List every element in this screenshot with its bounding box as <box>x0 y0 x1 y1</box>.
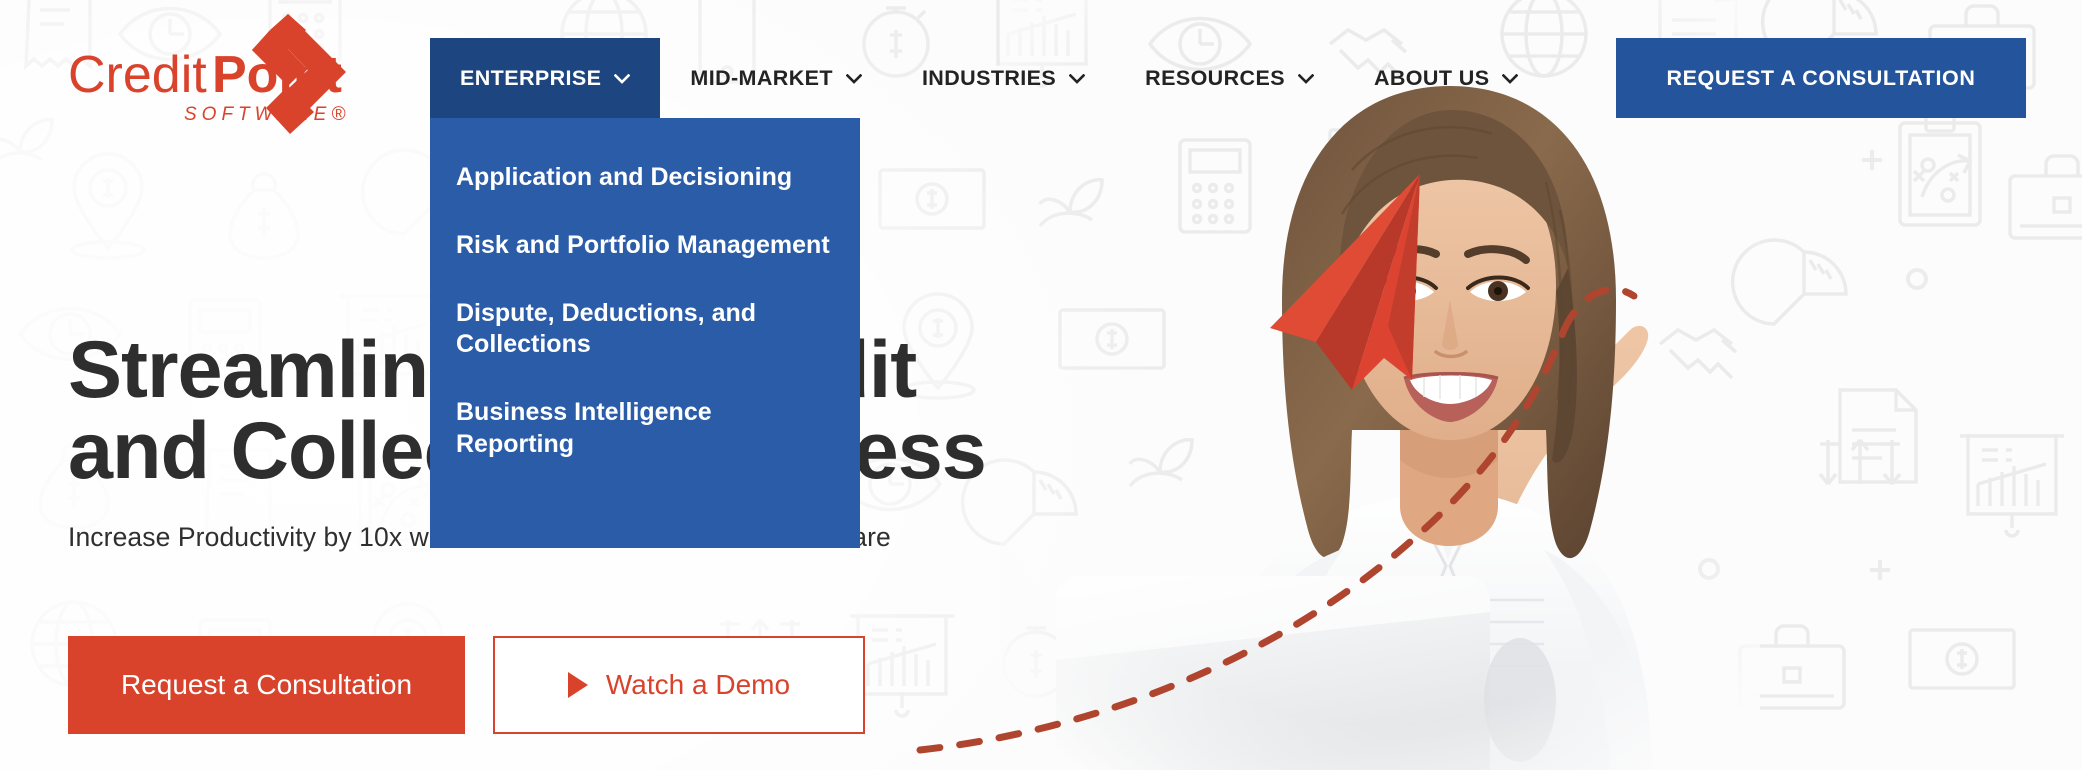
play-icon <box>567 672 588 698</box>
nav-item-label: INDUSTRIES <box>921 65 1057 90</box>
hero-page: Credit Point SOFTWARE® ENTERPRISE MID-MA… <box>0 0 2082 770</box>
dropdown-item-application-and-decisioning[interactable]: Application and Decisioning <box>456 162 834 194</box>
dropdown-item-risk-and-portfolio-management[interactable]: Risk and Portfolio Management <box>456 230 834 262</box>
nav-item-enterprise[interactable]: ENTERPRISE <box>430 38 661 118</box>
secondary-button-label: Watch a Demo <box>605 669 791 700</box>
nav-item-industries[interactable]: INDUSTRIES <box>892 38 1115 118</box>
dropdown-item-label: Dispute, Deductions, and Collections <box>456 298 757 359</box>
nav-item-mid-market[interactable]: MID-MARKET <box>660 38 892 118</box>
dropdown-item-label: Business Intelligence Reporting <box>456 398 712 458</box>
enterprise-dropdown-menu: Application and Decisioning Risk and Por… <box>430 118 860 548</box>
chevron-down-icon <box>1069 74 1086 84</box>
dropdown-item-business-intelligence-reporting[interactable]: Business Intelligence Reporting <box>456 397 834 461</box>
hero-cta-group: Request a Consultation Watch a Demo <box>68 636 865 734</box>
nav-item-label: ENTERPRISE <box>460 65 602 90</box>
nav-menu: ENTERPRISE MID-MARKET INDUSTRIES RESOURC… <box>430 38 1548 118</box>
request-consultation-nav-button[interactable]: REQUEST A CONSULTATION <box>1616 38 2026 118</box>
dropdown-item-dispute-deductions-and-collections[interactable]: Dispute, Deductions, and Collections <box>456 298 834 362</box>
chevron-down-icon <box>1502 74 1519 84</box>
dropdown-item-label: Risk and Portfolio Management <box>456 230 830 259</box>
nav-item-label: RESOURCES <box>1145 65 1285 90</box>
dropdown-item-label: Application and Decisioning <box>456 163 793 191</box>
nav-item-label: MID-MARKET <box>690 65 833 90</box>
nav-cta-label: REQUEST A CONSULTATION <box>1666 65 1976 90</box>
primary-button-label: Request a Consultation <box>120 669 413 700</box>
request-consultation-button[interactable]: Request a Consultation <box>68 636 465 734</box>
nav-item-label: ABOUT US <box>1373 65 1490 90</box>
chevron-down-icon <box>1297 74 1314 84</box>
chevron-down-icon <box>614 74 631 84</box>
chevron-down-icon <box>845 74 862 84</box>
watch-demo-button[interactable]: Watch a Demo <box>493 636 865 734</box>
nav-item-about-us[interactable]: ABOUT US <box>1344 38 1548 118</box>
top-navigation: ENTERPRISE MID-MARKET INDUSTRIES RESOURC… <box>0 0 2082 118</box>
nav-item-resources[interactable]: RESOURCES <box>1115 38 1344 118</box>
